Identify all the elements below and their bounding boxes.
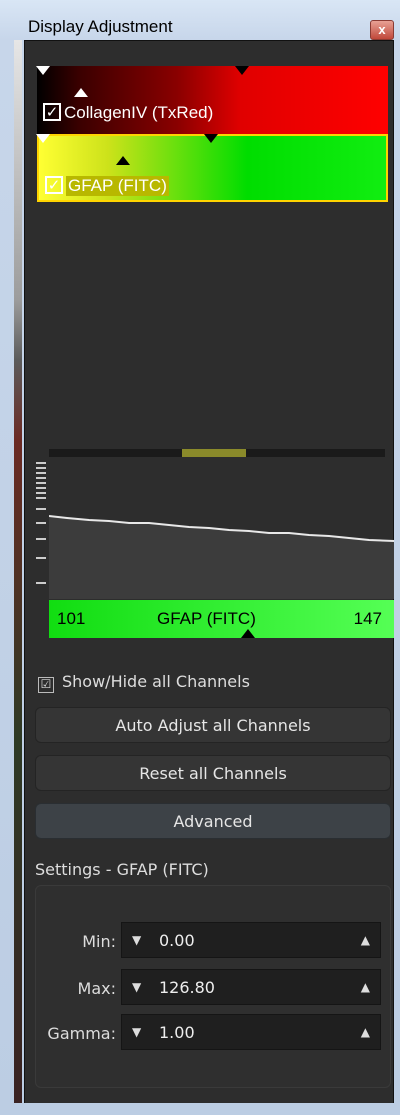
histogram-gamma-marker[interactable] [241,629,255,638]
min-value[interactable]: 0.00 [159,931,195,950]
histogram-plot [49,515,394,599]
channel-bar-gfap[interactable]: ✓ GFAP (FITC) [36,134,388,202]
left-scroll-strip [14,40,22,1105]
channel-label-gfap: GFAP (FITC) [66,176,169,196]
advanced-button[interactable]: Advanced [35,803,391,839]
histogram-channel-name: GFAP (FITC) [157,609,256,628]
min-spinbox[interactable]: ▼ 0.00 ▲ [121,922,381,958]
max-spinbox[interactable]: ▼ 126.80 ▲ [121,969,381,1005]
title-bar: Display Adjustment x [0,0,400,40]
black-point-marker[interactable] [36,66,50,75]
histogram-scale-ticks [36,460,48,600]
black-point-marker[interactable] [36,134,50,143]
window-bottom-border [0,1103,400,1115]
decrement-icon[interactable]: ▼ [132,933,141,947]
histogram-range-bar[interactable]: 101 GFAP (FITC) 147 [49,600,394,638]
white-point-marker[interactable] [235,66,249,75]
close-icon: x [378,22,386,37]
window-title: Display Adjustment [28,17,173,36]
show-hide-all-checkbox[interactable]: ☑ Show/Hide all Channels [38,672,250,693]
increment-icon[interactable]: ▲ [361,1025,370,1039]
increment-icon[interactable]: ▲ [361,980,370,994]
histogram-min-value: 101 [57,609,86,628]
white-point-marker[interactable] [204,134,218,143]
channel-bar-collagen[interactable]: ✓ CollagenIV (TxRed) [36,66,388,134]
reset-all-button[interactable]: Reset all Channels [35,755,391,791]
max-value[interactable]: 126.80 [159,978,215,997]
channel-checkbox-collagen[interactable]: ✓ [43,103,61,121]
gamma-spinbox[interactable]: ▼ 1.00 ▲ [121,1014,381,1050]
show-hide-label: Show/Hide all Channels [62,672,250,691]
checkbox-icon[interactable]: ☑ [38,677,54,693]
increment-icon[interactable]: ▲ [361,933,370,947]
channel-checkbox-gfap[interactable]: ✓ [45,176,63,194]
auto-adjust-all-button[interactable]: Auto Adjust all Channels [35,707,391,743]
min-label: Min: [82,932,116,951]
max-label: Max: [77,979,116,998]
histogram-max-value: 147 [353,609,382,628]
histogram-range-highlight[interactable] [182,449,246,457]
channel-label-collagen: CollagenIV (TxRed) [64,103,214,122]
decrement-icon[interactable]: ▼ [132,980,141,994]
decrement-icon[interactable]: ▼ [132,1025,141,1039]
gamma-value[interactable]: 1.00 [159,1023,195,1042]
settings-title: Settings - GFAP (FITC) [35,860,209,879]
close-button[interactable]: x [370,20,394,40]
gamma-marker[interactable] [74,88,88,97]
gamma-marker[interactable] [116,156,130,165]
gamma-label: Gamma: [47,1024,116,1043]
